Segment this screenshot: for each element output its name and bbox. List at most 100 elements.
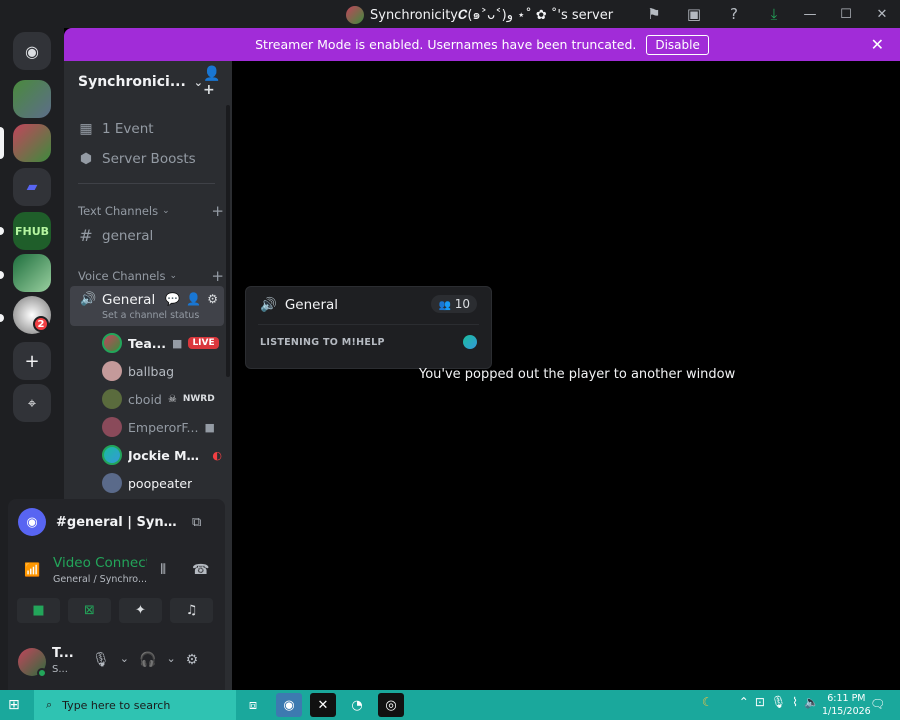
microphone-icon[interactable]: 🎙 bbox=[771, 695, 786, 709]
user-area: T... S... 🎙 ⌄ 🎧 ⌄ ⚙ bbox=[8, 642, 225, 690]
avatar bbox=[463, 335, 477, 349]
network-icon[interactable]: ⊡ bbox=[755, 695, 765, 709]
wifi-icon[interactable]: ⌇ bbox=[792, 695, 798, 709]
popped-out-message: You've popped out the player to another … bbox=[419, 367, 736, 382]
voice-member[interactable]: Tea... ■ LIVE bbox=[102, 333, 222, 353]
microphone-icon[interactable]: 🎙 bbox=[92, 652, 110, 668]
server-icon-fhub[interactable]: FHUB bbox=[13, 212, 51, 250]
server-header[interactable]: Synchronici... ⌄ 👤+ bbox=[64, 61, 232, 103]
voice-channels-category[interactable]: Voice Channels ⌄ + bbox=[78, 267, 224, 285]
chat-icon[interactable]: 💬 bbox=[165, 292, 180, 306]
title-bar: Synchronicity𝑪(๑˃ᴗ˂)ﻭ ⋆˚ ✿ ˚'s server ⚑ … bbox=[0, 0, 900, 28]
voice-member[interactable]: poopeater bbox=[102, 473, 222, 493]
channel-general[interactable]: # general bbox=[78, 226, 153, 245]
voice-member[interactable]: ballbag bbox=[102, 361, 222, 381]
chevron-down-icon: ⌄ bbox=[162, 206, 170, 216]
moon-icon[interactable]: ☾ bbox=[702, 695, 713, 709]
edge-icon[interactable]: ◔ bbox=[344, 693, 370, 717]
voice-member[interactable]: EmperorF... ■ bbox=[102, 417, 222, 437]
text-channels-category[interactable]: Text Channels ⌄ + bbox=[78, 202, 224, 220]
invite-icon[interactable]: 👤 bbox=[186, 292, 201, 306]
avatar bbox=[102, 389, 122, 409]
screen-share-button[interactable]: ⊠ bbox=[68, 598, 111, 623]
search-icon: ⌕ bbox=[46, 698, 53, 711]
task-view-icon[interactable]: ⧈ bbox=[240, 693, 266, 717]
volume-icon[interactable]: 🔈 bbox=[804, 695, 819, 709]
calendar-icon: ▦ bbox=[79, 121, 93, 137]
discord-home-icon[interactable]: ◉ bbox=[13, 32, 51, 70]
events-item[interactable]: ▦ 1 Event bbox=[78, 121, 153, 137]
explore-icon[interactable]: ⌖ bbox=[13, 384, 51, 422]
discord-taskbar-icon[interactable]: ◉ bbox=[276, 693, 302, 717]
deafened-icon: ◐ bbox=[212, 448, 222, 462]
create-channel-icon[interactable]: + bbox=[211, 202, 224, 220]
camera-button[interactable]: ■ bbox=[17, 598, 60, 623]
sidebar-scrollbar[interactable] bbox=[226, 105, 230, 377]
chevron-up-icon[interactable]: ⌃ bbox=[739, 695, 749, 709]
set-status-link[interactable]: Set a channel status bbox=[102, 310, 199, 321]
chevron-down-icon: ⌄ bbox=[169, 271, 178, 281]
server-icon-minecraft[interactable] bbox=[13, 80, 51, 118]
windows-taskbar: ⊞ ⌕ Type here to search ⧈ ◉ ✕ ◔ ◎ ☾ ⌃ ⊡ … bbox=[0, 690, 900, 720]
disable-streamer-mode-button[interactable]: Disable bbox=[646, 34, 709, 55]
avatar bbox=[102, 361, 122, 381]
inbox-icon[interactable]: ▣ bbox=[684, 4, 704, 24]
voice-channel-sub: General / Synchro... bbox=[53, 574, 147, 585]
windows-start-icon[interactable]: ⊞ bbox=[8, 697, 20, 713]
clock[interactable]: 6:11 PM 1/15/2026 bbox=[822, 692, 871, 718]
x-app-icon[interactable]: ✕ bbox=[310, 693, 336, 717]
close-icon[interactable]: ✕ bbox=[871, 35, 884, 54]
window-title: Synchronicity𝑪(๑˃ᴗ˂)ﻭ ⋆˚ ✿ ˚'s server bbox=[346, 4, 613, 25]
server-boosts-item[interactable]: ⬢ Server Boosts bbox=[78, 151, 196, 167]
gear-icon[interactable]: ⚙ bbox=[207, 292, 218, 306]
download-icon[interactable]: ⤓ bbox=[764, 4, 784, 24]
pip-header[interactable]: ◉ #general | Synchro... ⧉ bbox=[8, 499, 225, 545]
invite-people-icon[interactable]: 👤+ bbox=[203, 66, 220, 98]
obs-icon[interactable]: ◎ bbox=[378, 693, 404, 717]
voice-member[interactable]: cboid ☠ NWRD bbox=[102, 389, 222, 409]
voice-connection: 📶 Video Connected General / Synchro... ⦀… bbox=[8, 548, 225, 588]
taskbar-search[interactable]: ⌕ Type here to search bbox=[34, 690, 236, 720]
folder-icon[interactable]: ▰ bbox=[13, 168, 51, 206]
streamer-mode-banner: Streamer Mode is enabled. Usernames have… bbox=[64, 28, 900, 61]
avatar bbox=[102, 445, 122, 465]
disconnect-icon[interactable]: ☎ bbox=[192, 562, 209, 578]
voice-panel: ◉ #general | Synchro... ⧉ 📶 Video Connec… bbox=[8, 499, 225, 690]
help-icon[interactable]: ? bbox=[724, 4, 744, 24]
noise-suppression-icon[interactable]: ⦀ bbox=[160, 562, 166, 578]
signal-icon[interactable]: 📶 bbox=[24, 563, 40, 578]
chevron-down-icon[interactable]: ⌄ bbox=[166, 652, 175, 668]
server-icon-synchronicity[interactable] bbox=[13, 124, 51, 162]
skull-icon: ☠ bbox=[167, 393, 177, 405]
people-icon: 👥 bbox=[438, 300, 451, 311]
return-to-player-icon[interactable]: ⧉ bbox=[192, 515, 201, 530]
create-channel-icon[interactable]: + bbox=[211, 267, 224, 285]
voice-channel-general[interactable]: 🔊 General Set a channel status 💬 👤 ⚙ bbox=[70, 286, 224, 326]
minimize-button[interactable]: — bbox=[792, 4, 828, 24]
camera-icon: ■ bbox=[172, 336, 183, 350]
notification-icon[interactable]: 🗨 bbox=[870, 697, 885, 711]
server-avatar bbox=[346, 5, 364, 24]
add-server-icon[interactable]: + bbox=[13, 342, 51, 380]
headphones-icon[interactable]: 🎧 bbox=[139, 652, 156, 668]
avatar bbox=[102, 473, 122, 493]
flag-icon[interactable]: ⚑ bbox=[644, 4, 664, 24]
speaker-icon: 🔊 bbox=[80, 292, 97, 307]
soundboard-button[interactable]: ♫ bbox=[170, 598, 213, 623]
discord-icon: ◉ bbox=[18, 508, 46, 536]
hashtag-icon: # bbox=[79, 226, 93, 245]
speaker-icon: 🔊 bbox=[260, 297, 277, 313]
voice-member[interactable]: Jockie Mu... ◐ bbox=[102, 445, 222, 465]
close-window-button[interactable]: ✕ bbox=[864, 4, 900, 24]
server-icon-wolf[interactable] bbox=[13, 254, 51, 292]
maximize-button[interactable]: ☐ bbox=[828, 4, 864, 24]
avatar bbox=[102, 417, 122, 437]
avatar bbox=[102, 333, 122, 353]
voice-status[interactable]: Video Connected bbox=[53, 555, 147, 571]
chevron-down-icon[interactable]: ⌄ bbox=[120, 652, 129, 668]
mention-badge: 2 bbox=[33, 316, 49, 332]
voice-channel-popup: 🔊 General 👥 10 LISTENING TO M!HELP bbox=[245, 286, 492, 369]
activities-button[interactable]: ✦ bbox=[119, 598, 162, 623]
gear-icon[interactable]: ⚙ bbox=[186, 652, 199, 668]
chevron-down-icon: ⌄ bbox=[193, 75, 204, 89]
